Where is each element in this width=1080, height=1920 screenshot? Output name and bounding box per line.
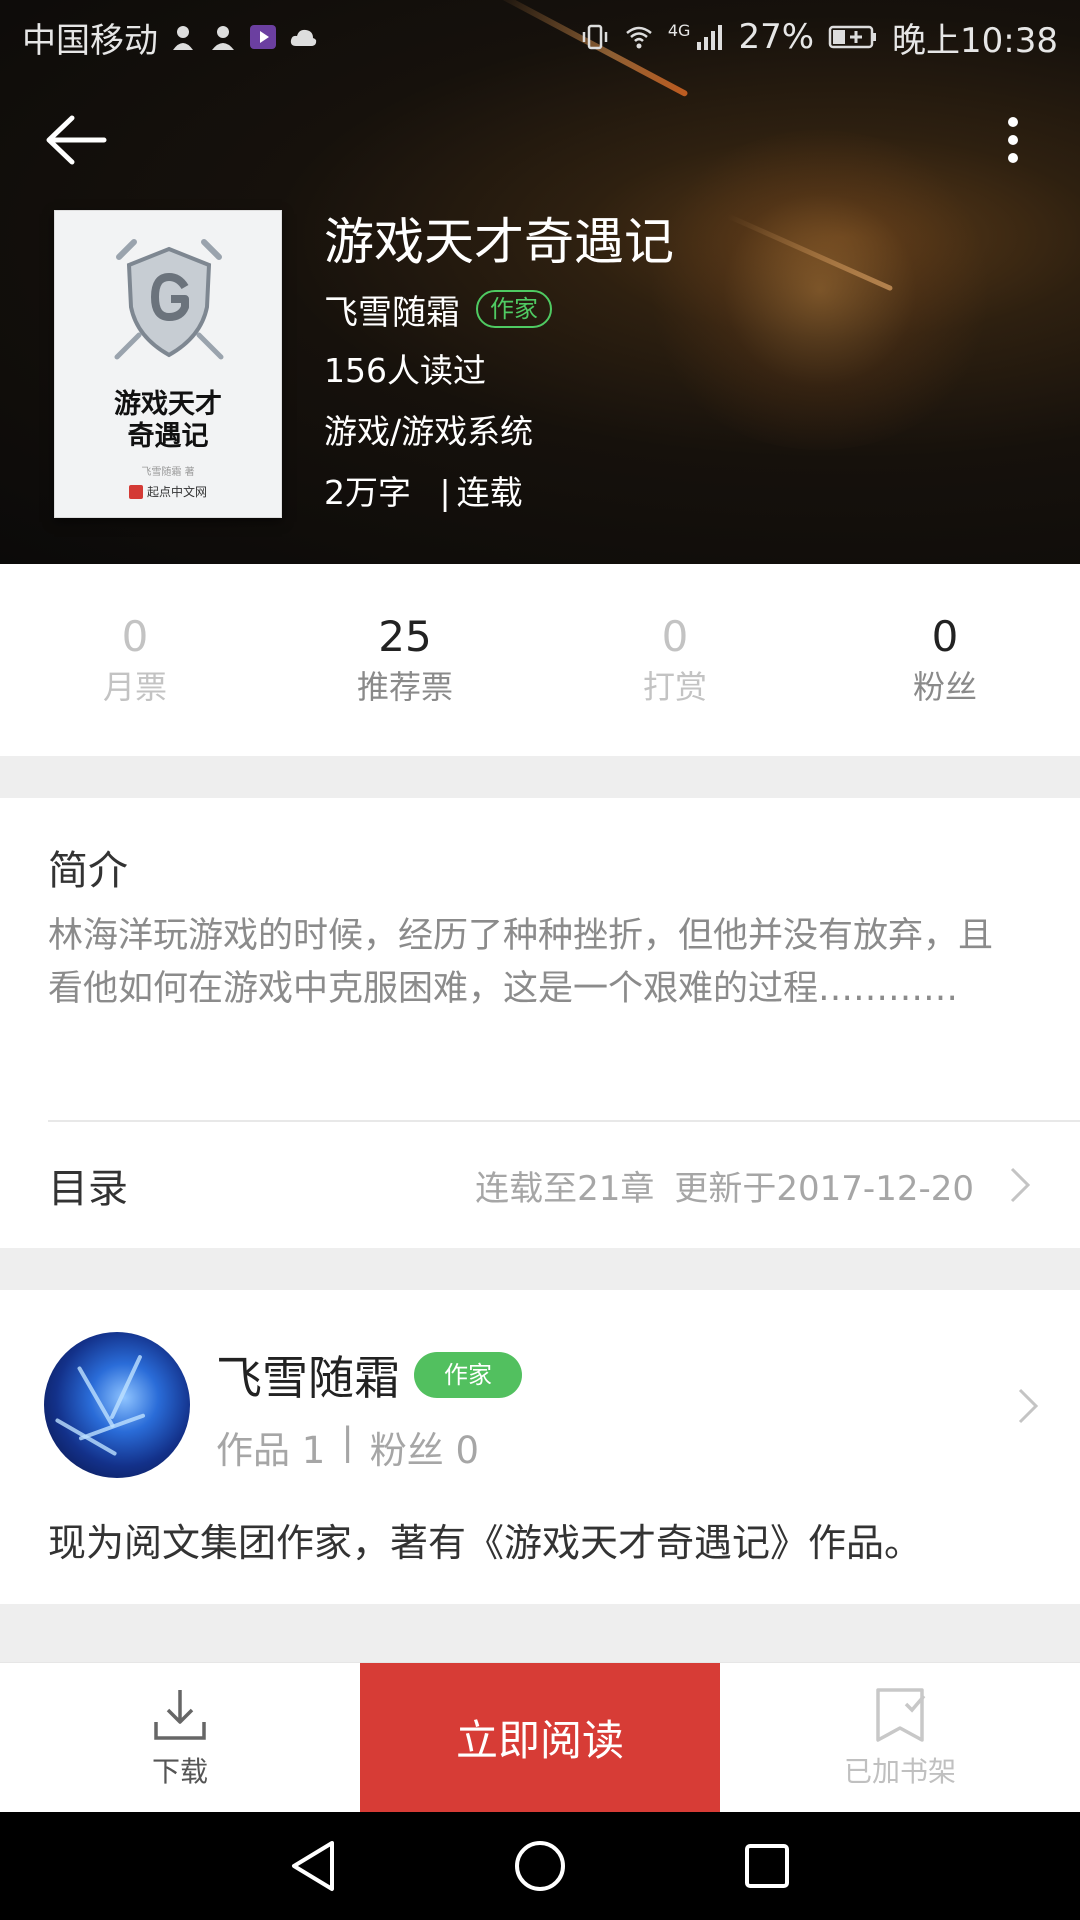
chevron-right-icon <box>1018 1388 1039 1424</box>
cloud-icon <box>290 29 317 46</box>
bookshelf-button[interactable]: 已加书架 <box>720 1663 1080 1812</box>
wifi-icon <box>626 26 652 49</box>
status-bar: 中国移动 4G 27% 晚上10:38 <box>0 0 1080 74</box>
author-card-meta: 作品 1 | 粉丝 0 <box>216 1420 480 1472</box>
toc-updated-date: 更新于2017-12-20 <box>674 1168 974 1209</box>
avatar[interactable] <box>44 1332 190 1478</box>
bottom-action-bar: 下载 立即阅读 已加书架 <box>0 1662 1080 1812</box>
book-title: 游戏天才奇遇记 <box>324 213 674 271</box>
read-now-button[interactable]: 立即阅读 <box>360 1663 720 1812</box>
stat-recommend-votes[interactable]: 25 推荐票 <box>270 564 540 756</box>
system-navigation-bar <box>0 1812 1080 1920</box>
nav-back-icon <box>292 1841 335 1891</box>
author-card-name: 飞雪随霜 作家 <box>216 1342 522 1408</box>
author-badge: 作家 <box>476 290 552 328</box>
author-fans-count: 粉丝 0 <box>369 1429 480 1472</box>
intro-heading: 简介 <box>48 848 128 894</box>
toc-meta: 连载至21章 更新于2017-12-20 <box>475 1161 974 1210</box>
intro-text[interactable]: 林海洋玩游戏的时候，经历了种种挫折，但他并没有放弃，且看他如何在游戏中克服困难，… <box>48 910 1008 1016</box>
signal-icon <box>697 25 723 50</box>
nav-recents-icon <box>744 1844 789 1888</box>
battery-charging-icon <box>828 25 877 49</box>
download-icon <box>154 1689 206 1740</box>
header-background-glow <box>640 130 1000 450</box>
toc-label: 目录 <box>48 1166 128 1212</box>
stat-monthly-votes[interactable]: 0 月票 <box>0 564 270 756</box>
author-bio: 现为阅文集团作家，著有《游戏天才奇遇记》作品。 <box>48 1521 923 1565</box>
author-card-badge: 作家 <box>414 1352 522 1398</box>
book-header: 中国移动 4G 27% 晚上10:38 游戏天才 奇遇记 飞雪随霜 著 起点中文… <box>0 0 1080 564</box>
vibrate-icon <box>582 24 608 50</box>
cover-shield-emblem <box>114 239 224 360</box>
video-app-icon <box>250 25 276 49</box>
table-of-contents-row[interactable]: 目录 连载至21章 更新于2017-12-20 <box>0 1122 1080 1248</box>
book-word-status: 2万字 | 连载 <box>324 473 523 512</box>
reader-count: 156人读过 <box>324 351 486 390</box>
notification-icon <box>173 26 193 50</box>
nav-back-button[interactable] <box>273 1826 353 1906</box>
author-works-count: 作品 1 <box>216 1429 326 1472</box>
back-button[interactable] <box>40 110 112 170</box>
more-vertical-icon <box>1008 117 1018 163</box>
nav-home-icon <box>514 1841 565 1891</box>
book-author-name[interactable]: 飞雪随霜 <box>324 285 460 334</box>
carrier-name: 中国移动 <box>22 20 158 61</box>
bookshelf-check-icon <box>876 1687 926 1742</box>
download-label: 下载 <box>151 1754 208 1788</box>
nav-home-button[interactable] <box>500 1826 580 1906</box>
book-info: 游戏天才奇遇记 飞雪随霜 作家 156人读过 游戏/游戏系统 2万字 | 连载 <box>324 208 674 523</box>
cover-title: 游戏天才 奇遇记 <box>114 389 222 452</box>
nav-recents-button[interactable] <box>727 1826 807 1906</box>
cover-publisher-logo: 起点中文网 <box>129 483 207 500</box>
chevron-right-icon <box>1010 1167 1031 1203</box>
bookshelf-label: 已加书架 <box>843 1754 956 1788</box>
network-type: 4G <box>667 20 691 40</box>
stat-tips[interactable]: 0 打赏 <box>540 564 810 756</box>
cover-author: 飞雪随霜 著 <box>141 467 195 478</box>
user-icon <box>212 26 234 50</box>
author-card[interactable]: 飞雪随霜 作家 作品 1 | 粉丝 0 现为阅文集团作家，著有《游戏天才奇遇记》… <box>0 1290 1080 1604</box>
stat-fans[interactable]: 0 粉丝 <box>810 564 1080 756</box>
toc-chapter-count: 连载至21章 <box>475 1168 655 1209</box>
more-options-button[interactable] <box>990 110 1036 170</box>
back-arrow-icon <box>46 115 107 165</box>
battery-percent: 27% <box>738 17 815 57</box>
download-button[interactable]: 下载 <box>0 1663 360 1812</box>
book-author-row[interactable]: 飞雪随霜 作家 <box>324 278 674 340</box>
clock: 晚上10:38 <box>892 20 1058 61</box>
book-category[interactable]: 游戏/游戏系统 <box>324 401 674 462</box>
book-intro-section: 简介 林海洋玩游戏的时候，经历了种种挫折，但他并没有放弃，且看他如何在游戏中克服… <box>0 798 1080 1248</box>
book-cover[interactable]: 游戏天才 奇遇记 飞雪随霜 著 起点中文网 <box>54 210 282 518</box>
book-stats: 0 月票 25 推荐票 0 打赏 0 粉丝 <box>0 564 1080 756</box>
